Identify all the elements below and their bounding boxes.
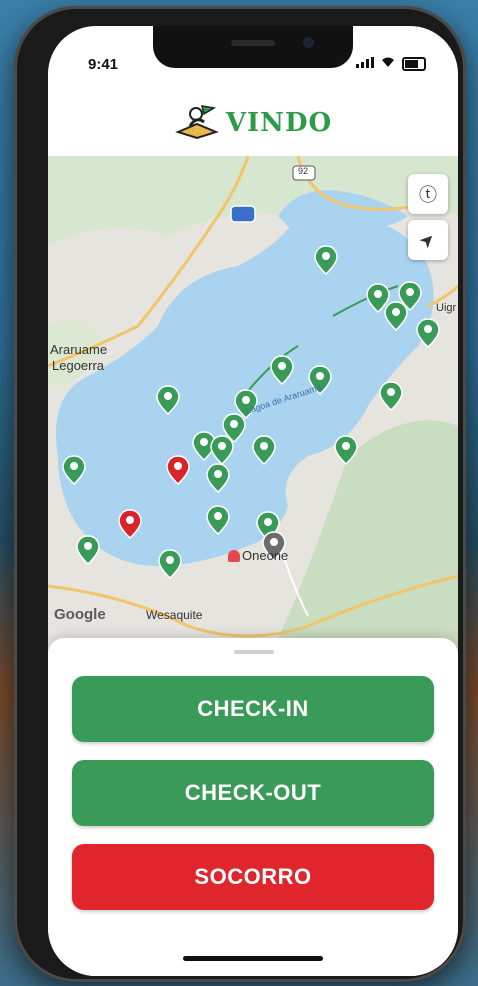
battery-icon	[402, 56, 426, 71]
bottom-sheet: CHECK-IN CHECK-OUT SOCORRO	[48, 638, 458, 976]
map-label-place: Oneone	[228, 548, 288, 563]
boat-pin-icon	[206, 463, 230, 493]
map-attribution: Google	[54, 606, 106, 623]
map-label-town: Araruame	[50, 342, 108, 357]
sheet-drag-handle[interactable]	[234, 650, 274, 654]
boat-pin-icon	[334, 435, 358, 465]
history-button[interactable]: ⓣ	[408, 174, 448, 214]
boat-pin-icon	[384, 301, 408, 331]
boat-pin-icon	[156, 385, 180, 415]
hospital-pin-icon	[228, 549, 240, 562]
boat-pin-icon	[379, 381, 403, 411]
boat-pin-icon	[252, 435, 276, 465]
phone-frame: 9:41 VINDO Araruame Legoerra 92 Lagoa de…	[14, 6, 466, 982]
logo-icon	[174, 102, 220, 145]
boat-pin-icon	[76, 535, 100, 565]
map-view[interactable]: Araruame Legoerra 92 Lagoa de Araruama U…	[48, 156, 458, 661]
home-indicator[interactable]	[183, 956, 323, 961]
boat-pin-icon	[206, 505, 230, 535]
status-time: 9:41	[88, 56, 119, 73]
alert-pin-icon	[166, 455, 190, 485]
boat-pin-icon	[416, 318, 440, 348]
app-screen: 9:41 VINDO Araruame Legoerra 92 Lagoa de…	[48, 26, 458, 976]
app-header: VINDO	[48, 84, 458, 162]
boat-pin-icon	[62, 455, 86, 485]
wifi-icon	[380, 56, 396, 71]
map-label-right: Uigr	[436, 302, 457, 314]
alert-pin-icon	[118, 509, 142, 539]
locate-button[interactable]: ➤	[408, 220, 448, 260]
map-label-town-2: Legoerra	[52, 358, 105, 373]
boat-pin-icon	[158, 549, 182, 579]
boat-pin-icon	[270, 355, 294, 385]
map-label-place-2: Wesaquite	[146, 608, 203, 622]
checkin-button[interactable]: CHECK-IN	[72, 676, 434, 742]
front-camera	[303, 37, 314, 48]
device-notch	[153, 26, 353, 68]
boat-pin-icon	[210, 435, 234, 465]
checkout-button[interactable]: CHECK-OUT	[72, 760, 434, 826]
signal-icon	[356, 56, 374, 71]
app-name: VINDO	[225, 108, 333, 138]
status-icons	[356, 56, 426, 71]
boat-pin-icon	[314, 245, 338, 275]
clock-icon: ⓣ	[419, 185, 437, 205]
socorro-button[interactable]: SOCORRO	[72, 844, 434, 910]
map-label-road: 92	[298, 166, 309, 176]
navigation-arrow-icon: ➤	[415, 227, 441, 253]
speaker	[231, 40, 275, 46]
